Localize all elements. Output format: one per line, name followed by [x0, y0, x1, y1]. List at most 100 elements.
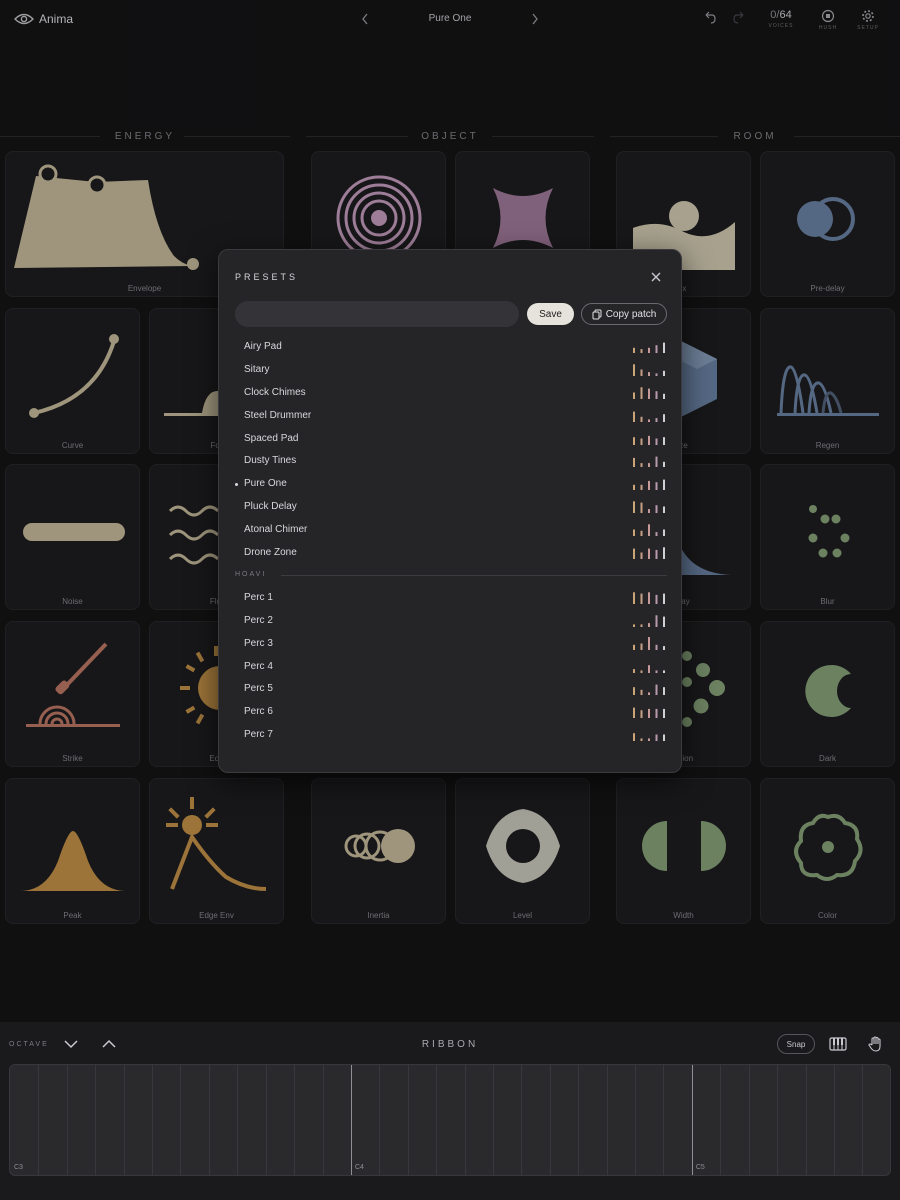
preset-row[interactable]: Sitary: [219, 359, 681, 382]
copy-patch-button[interactable]: Copy patch: [581, 303, 667, 325]
preset-name: Perc 3: [244, 637, 273, 649]
preset-name: Spaced Pad: [244, 432, 299, 444]
level-bar: [655, 457, 658, 468]
preset-row[interactable]: Pluck Delay: [219, 496, 681, 519]
level-bar: [633, 529, 635, 537]
level-bar: [655, 345, 658, 353]
level-bar: [633, 436, 635, 445]
level-bar: [648, 509, 650, 514]
octave-down-icon[interactable]: [62, 1036, 80, 1052]
preset-row[interactable]: Steel Drummer: [219, 405, 681, 428]
save-button[interactable]: Save: [527, 303, 574, 325]
preset-row[interactable]: Spaced Pad: [219, 428, 681, 451]
level-bar: [655, 685, 658, 696]
level-bar: [640, 416, 643, 422]
level-bar: [648, 636, 650, 650]
ribbon-label: RIBBON: [421, 1039, 479, 1050]
ribbon-key-line: [237, 1065, 239, 1175]
level-bar: [663, 687, 665, 696]
preset-level-bars: [633, 615, 665, 627]
ribbon-key-line: [436, 1065, 438, 1175]
preset-level-bars: [633, 547, 665, 560]
ribbon-key-line: [720, 1065, 722, 1175]
preset-row[interactable]: Perc 6: [219, 701, 681, 724]
level-bar: [640, 738, 643, 742]
level-bar: [663, 393, 665, 399]
ribbon-key-line: [691, 1065, 693, 1175]
level-bar: [663, 669, 665, 673]
level-bar: [633, 485, 635, 491]
level-bar: [633, 733, 635, 742]
preset-row[interactable]: Perc 3: [219, 633, 681, 656]
ribbon-key-line: [578, 1065, 580, 1175]
level-bar: [640, 530, 643, 537]
preset-row[interactable]: Clock Chimes: [219, 382, 681, 405]
close-icon[interactable]: [649, 270, 663, 284]
preset-level-bars: [633, 364, 665, 376]
level-bar: [663, 370, 665, 376]
level-bar: [648, 622, 650, 627]
preset-row[interactable]: Drone Zone: [219, 542, 681, 565]
preset-row[interactable]: Perc 2: [219, 610, 681, 633]
level-bar: [640, 624, 643, 627]
piano-keys-icon[interactable]: [829, 1036, 847, 1052]
preset-name: Perc 4: [244, 660, 273, 672]
preset-row[interactable]: Perc 5: [219, 678, 681, 701]
level-bar: [663, 616, 665, 627]
snap-button[interactable]: Snap: [777, 1034, 815, 1054]
preset-name: Dusty Tines: [244, 455, 297, 467]
level-bar: [648, 692, 650, 696]
preset-level-bars: [633, 685, 665, 696]
level-bar: [648, 347, 650, 353]
preset-name: Perc 6: [244, 706, 273, 718]
preset-row[interactable]: Airy Pad: [219, 336, 681, 359]
level-bar: [655, 482, 658, 491]
copy-icon: [592, 309, 602, 319]
ribbon-key-line: [322, 1065, 324, 1175]
preset-row[interactable]: Dusty Tines: [219, 450, 681, 473]
preset-level-bars: [633, 636, 665, 650]
preset-row[interactable]: Atonal Chimer: [219, 519, 681, 542]
preset-level-bars: [633, 707, 665, 719]
level-bar: [648, 664, 650, 673]
level-bar: [655, 615, 658, 627]
copy-patch-label: Copy patch: [605, 308, 657, 320]
level-bar: [663, 342, 665, 353]
level-bar: [640, 485, 643, 491]
ribbon-key-line: [407, 1065, 409, 1175]
preset-row[interactable]: Perc 7: [219, 724, 681, 747]
level-bar: [648, 419, 650, 422]
octave-up-icon[interactable]: [100, 1036, 118, 1052]
level-bar: [640, 502, 643, 514]
preset-row[interactable]: Perc 4: [219, 656, 681, 679]
level-bar: [633, 592, 635, 604]
ribbon-key-line: [350, 1065, 352, 1175]
level-bar: [648, 388, 650, 399]
preset-name: Airy Pad: [244, 341, 282, 352]
hand-icon[interactable]: [867, 1035, 885, 1053]
level-bar: [655, 594, 658, 604]
level-bar: [663, 436, 665, 445]
ribbon-key-line: [152, 1065, 154, 1175]
ribbon-key-line: [38, 1065, 40, 1175]
level-bar: [633, 458, 635, 468]
ribbon-note-label: C3: [14, 1164, 23, 1171]
preset-name: Perc 2: [244, 614, 273, 626]
ribbon-note-label: C4: [354, 1164, 364, 1171]
level-bar: [663, 734, 665, 742]
level-bar: [640, 593, 643, 604]
ribbon-key-line: [862, 1065, 864, 1175]
ribbon-key-line: [95, 1065, 97, 1175]
preset-row[interactable]: Perc 1: [219, 587, 681, 610]
ribbon-keyboard[interactable]: C3 C4 C5: [9, 1064, 891, 1176]
level-bar: [633, 624, 635, 627]
level-bar: [633, 392, 635, 399]
level-bar: [648, 548, 650, 560]
selected-dot-icon: [235, 483, 238, 487]
level-bar: [633, 548, 635, 560]
presets-modal: PRESETS Save Copy patch Airy Pad Sitary Cl…: [218, 249, 682, 773]
level-bar: [663, 413, 665, 422]
preset-search-input[interactable]: [235, 301, 519, 327]
level-bar: [655, 549, 658, 560]
preset-row[interactable]: Pure One: [219, 473, 681, 496]
